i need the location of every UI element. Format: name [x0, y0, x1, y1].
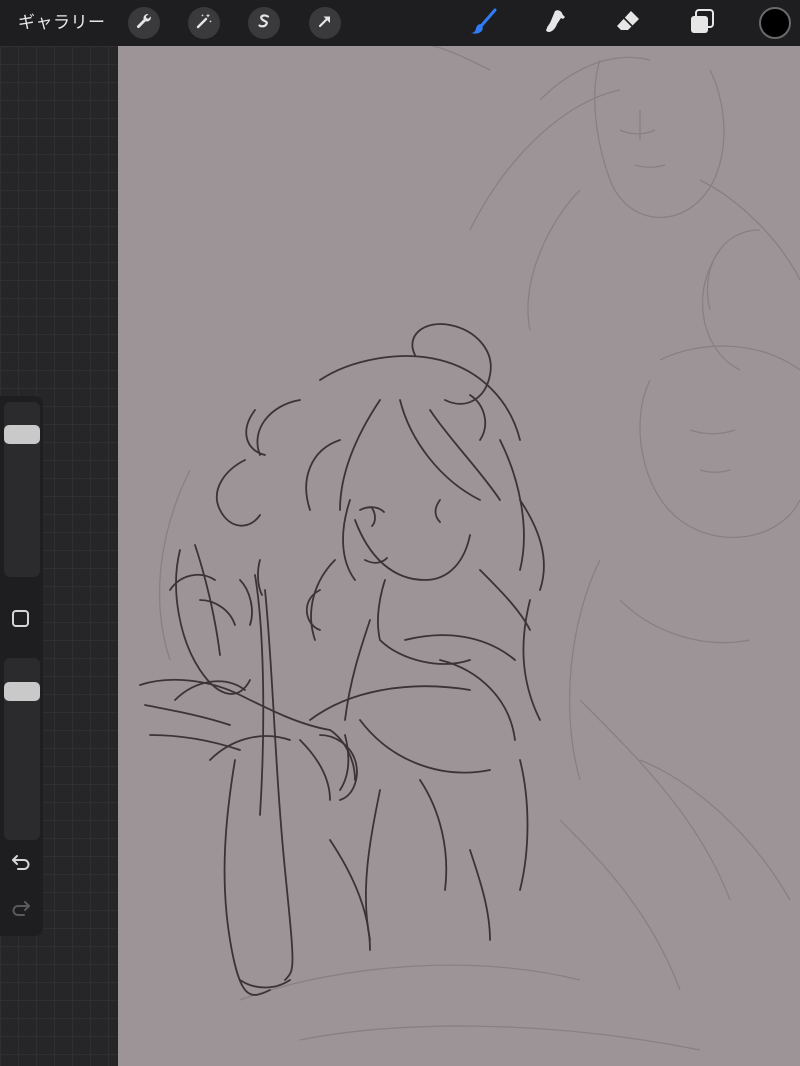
- eraser-tool-button[interactable]: [611, 7, 645, 41]
- adjustments-button[interactable]: [188, 7, 220, 39]
- opacity-handle[interactable]: [4, 682, 40, 702]
- layers-button[interactable]: [685, 7, 719, 41]
- gallery-button[interactable]: ギャラリー: [18, 11, 106, 35]
- selection-button[interactable]: [248, 7, 280, 39]
- actions-button[interactable]: [128, 7, 160, 39]
- layers-icon: [687, 7, 717, 41]
- color-picker-button[interactable]: [759, 7, 791, 39]
- sidebar: [0, 396, 43, 936]
- brush-tool-button[interactable]: [466, 7, 500, 41]
- modify-square-icon[interactable]: [12, 610, 29, 627]
- wrench-icon: [135, 12, 153, 34]
- eraser-icon: [613, 7, 643, 41]
- top-toolbar: ギャラリー: [0, 0, 800, 46]
- smudge-tool-button[interactable]: [539, 7, 573, 41]
- smudge-icon: [541, 7, 571, 41]
- magic-wand-icon: [195, 12, 213, 34]
- redo-icon: [10, 899, 32, 921]
- selection-icon: [255, 12, 273, 34]
- transform-button[interactable]: [309, 7, 341, 39]
- transform-arrow-icon: [316, 12, 334, 34]
- brush-icon: [468, 7, 498, 41]
- brush-size-handle[interactable]: [4, 425, 40, 445]
- redo-button[interactable]: [9, 898, 33, 922]
- drawing-canvas[interactable]: [118, 46, 800, 1066]
- undo-button[interactable]: [9, 852, 33, 876]
- undo-icon: [10, 853, 32, 875]
- sketch-artwork: [139, 46, 800, 1051]
